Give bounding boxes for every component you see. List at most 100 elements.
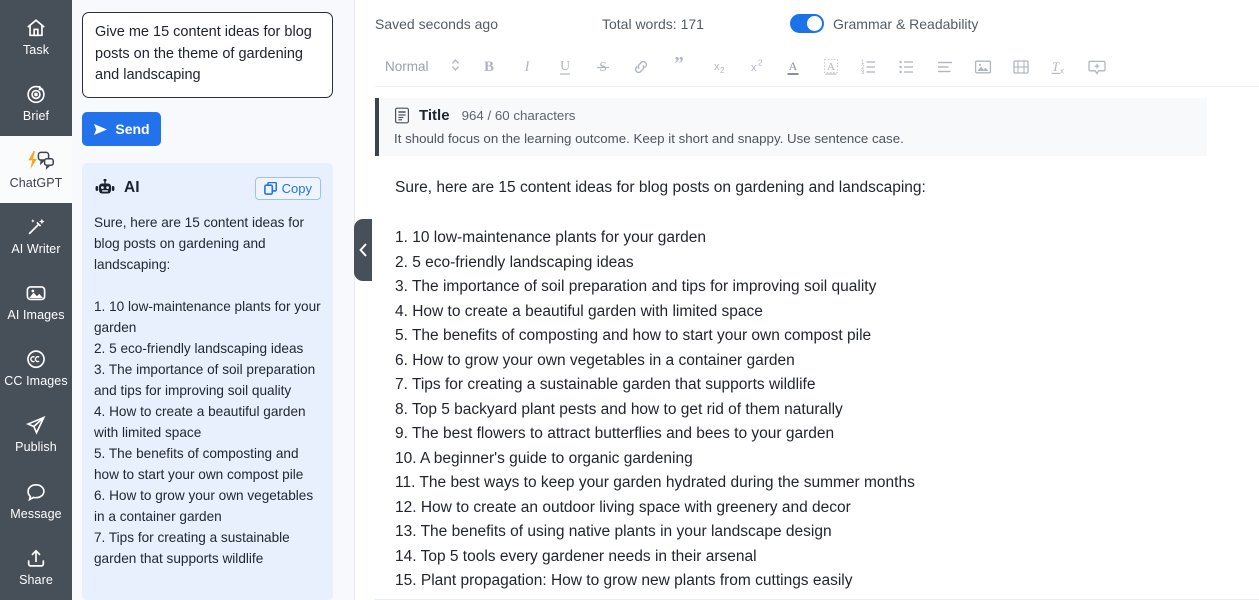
magic-wand-icon — [25, 216, 47, 238]
ai-response-item: 5. The benefits of composting and how to… — [94, 446, 304, 482]
left-sidebar-rail: Task Brief ChatGPT AI Writer AI Images CC Ima… — [0, 0, 72, 600]
target-icon — [25, 83, 47, 105]
grammar-readability-toggle[interactable] — [789, 14, 824, 33]
document-list-item: 3. The importance of soil preparation an… — [395, 278, 877, 295]
document-list-item: 5. The benefits of composting and how to… — [395, 327, 872, 344]
title-guidance-banner: Title 964 / 60 characters It should focu… — [375, 98, 1207, 156]
robot-icon — [94, 178, 116, 197]
editor-status-bar: Saved seconds ago Total words: 171 Gramm… — [375, 0, 1259, 47]
panel-collapse-handle[interactable] — [354, 219, 372, 281]
text-color-button[interactable]: A — [774, 52, 812, 82]
document-list-item: 4. How to create a beautiful garden with… — [395, 302, 763, 320]
prompt-input[interactable]: Give me 15 content ideas for blog posts … — [82, 12, 333, 98]
chatgpt-panel: Give me 15 content ideas for blog posts … — [72, 0, 355, 600]
send-button[interactable]: Send — [82, 112, 161, 146]
document-intro: Sure, here are 15 content ideas for blog… — [395, 179, 926, 196]
underline-button[interactable]: U — [546, 52, 584, 82]
italic-button[interactable]: I — [508, 52, 546, 82]
blockquote-button[interactable]: ” — [660, 52, 698, 82]
paragraph-style-select[interactable]: Normal — [385, 58, 460, 75]
send-arrow-icon — [93, 123, 108, 136]
svg-text:B: B — [484, 59, 494, 75]
ai-label: AI — [124, 179, 140, 196]
insert-video-button[interactable] — [1002, 52, 1040, 82]
add-comment-button[interactable] — [1078, 52, 1116, 82]
title-char-count: 964 / 60 characters — [461, 108, 576, 123]
ai-response-spacer — [94, 275, 321, 296]
sidebar-item-publish[interactable]: Publish — [0, 401, 72, 467]
svg-text:A: A — [827, 60, 835, 72]
chatgpt-icon — [25, 150, 54, 172]
highlight-color-button[interactable]: A — [812, 52, 850, 82]
document-list-item: 6. How to grow your own vegetables in a … — [395, 351, 795, 369]
document-list-item: 7. Tips for creating a sustainable garde… — [395, 376, 816, 393]
sidebar-item-message[interactable]: Message — [0, 468, 72, 534]
ai-response-body: Sure, here are 15 content ideas for blog… — [94, 212, 321, 569]
paper-plane-icon — [25, 414, 47, 436]
ai-response-list: 1. 10 low-maintenance plants for your ga… — [94, 296, 321, 569]
chevron-left-icon — [358, 243, 368, 257]
copy-button[interactable]: Copy — [254, 176, 321, 200]
title-banner-hint: It should focus on the learning outcome.… — [394, 131, 904, 146]
svg-text:”: ” — [674, 57, 684, 74]
ai-response-item: 6. How to grow your own vegetables in a … — [94, 488, 314, 524]
ai-response-header: AI Copy — [94, 175, 321, 201]
copy-button-label: Copy — [281, 180, 312, 196]
document-list-item: 15. Plant propagation: How to grow new p… — [395, 572, 853, 589]
sidebar-item-chatgpt[interactable]: ChatGPT — [0, 136, 72, 203]
sidebar-item-ai-writer[interactable]: AI Writer — [0, 203, 72, 269]
document-list-item: 13. The benefits of using native plants … — [395, 523, 832, 540]
bullet-list-button[interactable] — [888, 52, 926, 82]
document-list-item: 11. The best ways to keep your garden hy… — [395, 474, 915, 491]
document-list-item: 1. 10 low-maintenance plants for your ga… — [395, 229, 707, 246]
saved-status: Saved seconds ago — [375, 15, 498, 32]
clear-formatting-button[interactable]: Tx — [1040, 52, 1078, 82]
sidebar-item-ai-images[interactable]: AI Images — [0, 269, 72, 335]
svg-text:3: 3 — [861, 70, 865, 76]
svg-text:x: x — [751, 62, 757, 74]
svg-text:I: I — [523, 59, 530, 75]
creative-commons-icon — [25, 348, 47, 370]
document-body[interactable]: Sure, here are 15 content ideas for blog… — [375, 156, 1259, 600]
share-upload-icon — [25, 547, 47, 569]
title-banner-label: Title — [419, 107, 450, 124]
sidebar-item-label: AI Writer — [11, 241, 61, 256]
total-words-count: Total words: 171 — [601, 15, 704, 32]
sidebar-item-label: Publish — [15, 440, 57, 455]
ai-response-card: AI Copy Sure, here are 15 content ideas … — [82, 163, 333, 600]
subscript-button[interactable]: x2 — [698, 52, 736, 82]
svg-text:A: A — [788, 59, 797, 73]
grammar-readability-label: Grammar & Readability — [832, 15, 979, 32]
sidebar-item-label: AI Images — [7, 307, 65, 322]
link-button[interactable] — [622, 52, 660, 82]
sidebar-item-label: Message — [10, 506, 62, 521]
toggle-knob — [806, 16, 822, 31]
chat-bubble-icon — [25, 481, 47, 503]
document-editor: Saved seconds ago Total words: 171 Gramm… — [355, 0, 1259, 600]
strikethrough-button[interactable]: S — [584, 52, 622, 82]
ordered-list-button[interactable]: 123 — [850, 52, 888, 82]
document-list-item: 12. How to create an outdoor living spac… — [395, 498, 851, 516]
insert-image-button[interactable] — [964, 52, 1002, 82]
ai-response-item: 4. How to create a beautiful garden with… — [94, 404, 306, 440]
document-icon — [394, 107, 410, 124]
sidebar-item-task[interactable]: Task — [0, 4, 72, 70]
sidebar-item-brief[interactable]: Brief — [0, 70, 72, 136]
sidebar-item-label: Share — [19, 572, 53, 587]
ai-response-intro: Sure, here are 15 content ideas for blog… — [94, 215, 305, 272]
ai-response-item: 3. The importance of soil preparation an… — [94, 362, 316, 398]
align-button[interactable] — [926, 52, 964, 82]
home-icon — [25, 17, 47, 39]
image-ai-icon — [25, 282, 47, 304]
send-button-label: Send — [115, 121, 150, 137]
bold-button[interactable]: B — [470, 52, 508, 82]
ai-response-item: 7. Tips for creating a sustainable garde… — [94, 530, 290, 566]
document-list-item: 14. Top 5 tools every gardener needs in … — [395, 547, 757, 565]
copy-icon — [263, 181, 277, 195]
sidebar-item-cc-images[interactable]: CC Images — [0, 335, 72, 401]
document-list-item: 9. The best flowers to attract butterfli… — [395, 425, 835, 442]
sidebar-item-label: ChatGPT — [9, 175, 63, 190]
sidebar-item-share[interactable]: Share — [0, 534, 72, 600]
superscript-button[interactable]: x2 — [736, 52, 774, 82]
formatting-toolbar: Normal B I U S ” x 2 x 2 A A 1 2 3 Tx — [375, 47, 1259, 87]
